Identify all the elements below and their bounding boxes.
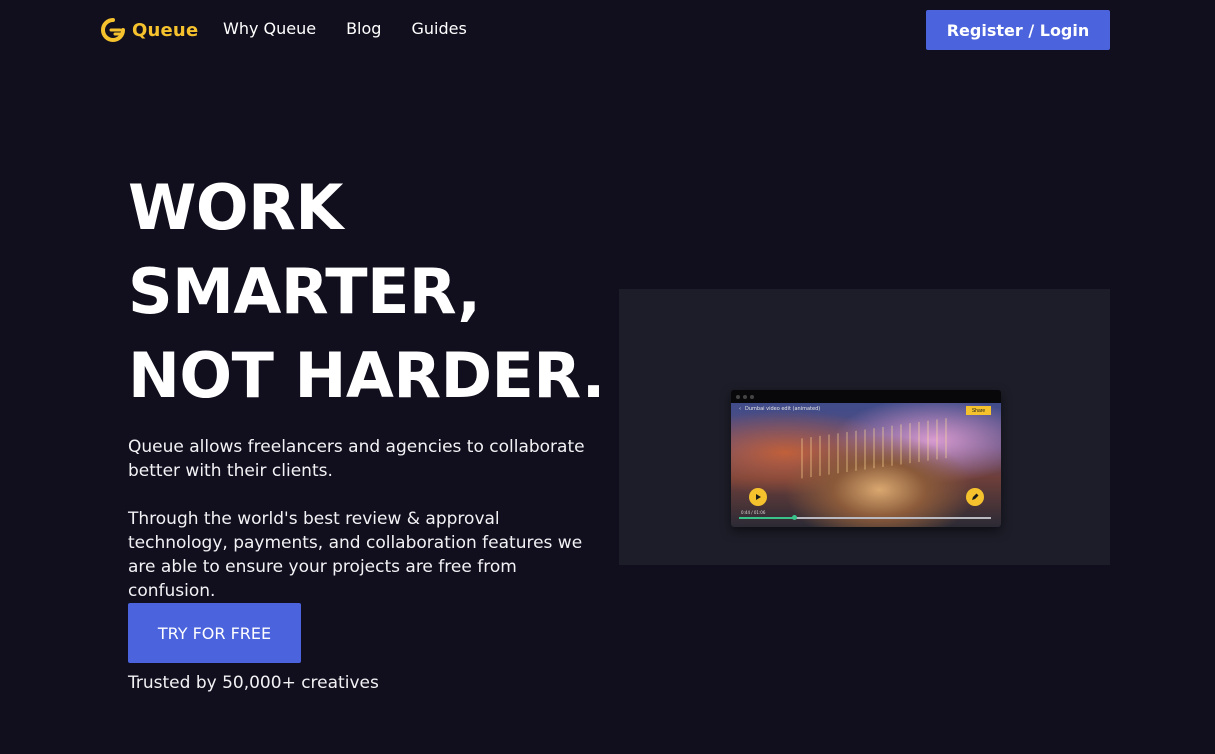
share-button[interactable]: Share bbox=[966, 406, 991, 415]
video-frame bbox=[731, 403, 1001, 527]
logo-text: Queue bbox=[132, 19, 199, 41]
video-scrubber[interactable] bbox=[739, 515, 991, 520]
hero-title: WORK SMARTER, NOT HARDER. bbox=[128, 166, 605, 418]
annotate-button[interactable] bbox=[966, 488, 984, 506]
register-login-button[interactable]: Register / Login bbox=[926, 10, 1110, 50]
hero-title-line: WORK bbox=[128, 171, 343, 244]
nav-links: Why Queue Blog Guides bbox=[223, 19, 467, 38]
pencil-icon bbox=[972, 493, 979, 500]
back-chevron-icon[interactable]: ‹ bbox=[739, 406, 741, 412]
try-for-free-button[interactable]: TRY FOR FREE bbox=[128, 603, 301, 663]
scrubber-progress bbox=[739, 517, 795, 519]
video-title: Dumbai video edit (animated) bbox=[745, 406, 821, 412]
play-icon bbox=[756, 494, 761, 500]
nav-link-blog[interactable]: Blog bbox=[346, 19, 381, 38]
window-titlebar bbox=[731, 390, 1001, 404]
window-dot bbox=[743, 395, 747, 399]
video-review-window[interactable]: ‹ Dumbai video edit (animated) Share 0:4… bbox=[731, 390, 1001, 527]
video-timecode: 0:44 / 01:06 bbox=[741, 510, 766, 515]
product-preview-panel: ‹ Dumbai video edit (animated) Share 0:4… bbox=[619, 289, 1110, 565]
window-dot bbox=[750, 395, 754, 399]
window-dot bbox=[736, 395, 740, 399]
top-navigation: Queue Why Queue Blog Guides Register / L… bbox=[0, 0, 1215, 60]
nav-link-guides[interactable]: Guides bbox=[411, 19, 466, 38]
queue-logo-icon bbox=[101, 18, 125, 42]
hero-title-line: SMARTER, bbox=[128, 255, 481, 328]
hero-description-secondary: Through the world's best review & approv… bbox=[128, 509, 583, 601]
queue-logo[interactable]: Queue bbox=[100, 14, 198, 46]
hero-title-line: NOT HARDER. bbox=[128, 339, 605, 412]
nav-link-why-queue[interactable]: Why Queue bbox=[223, 19, 316, 38]
scene-lights bbox=[801, 417, 951, 479]
trusted-by-text: Trusted by 50,000+ creatives bbox=[128, 673, 379, 693]
play-button[interactable] bbox=[749, 488, 767, 506]
video-header: ‹ Dumbai video edit (animated) bbox=[739, 406, 820, 412]
hero-description: Queue allows freelancers and agencies to… bbox=[128, 437, 585, 481]
